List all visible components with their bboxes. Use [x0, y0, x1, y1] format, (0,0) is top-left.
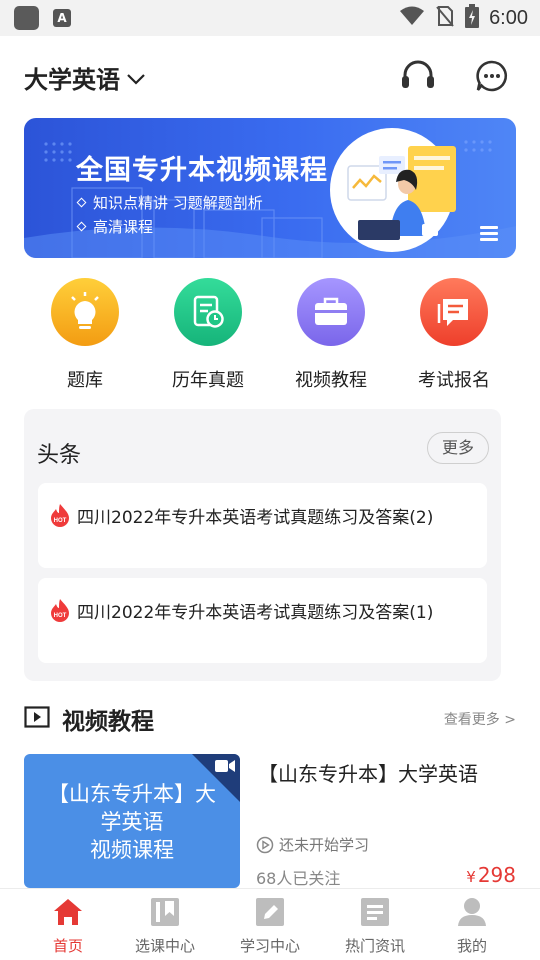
- banner-illustration: [24, 128, 516, 258]
- quick-nav-label: 考试报名: [418, 370, 490, 391]
- tab-course-center[interactable]: 选课中心: [111, 889, 219, 960]
- headlines-section: 头条 更多 HOT 四川2022年专升本英语考试真题练习及答案(2) HOT 四…: [24, 409, 501, 681]
- headline-text: 四川2022年专升本英语考试真题练习及答案(1): [77, 603, 434, 623]
- hot-badge-icon: HOT: [51, 599, 69, 622]
- lightbulb-icon: [51, 278, 119, 346]
- headline-item[interactable]: HOT 四川2022年专升本英语考试真题练习及答案(1): [38, 578, 487, 663]
- quick-nav-past-exams[interactable]: 历年真题: [153, 278, 263, 392]
- tab-profile[interactable]: 我的: [418, 889, 526, 960]
- document-lines-icon: [359, 896, 391, 928]
- course-status-text: 还未开始学习: [279, 836, 370, 854]
- status-icons: 6:00: [399, 0, 528, 36]
- message-list-icon: [420, 278, 488, 346]
- a-icon: A: [53, 9, 71, 27]
- svg-text:HOT: HOT: [54, 518, 67, 524]
- tab-home[interactable]: 首页: [14, 889, 122, 960]
- status-bar: A 6:00: [0, 0, 540, 36]
- banner-title: 全国专升本视频课程: [76, 155, 328, 186]
- app-header: 大学英语: [0, 36, 540, 118]
- banner-feature-2-text: 高清课程: [93, 218, 154, 236]
- thumbnail-text: 【山东专升本】大 学英语 视频课程: [24, 780, 240, 864]
- course-card[interactable]: 【山东专升本】大 学英语 视频课程 【山东专升本】大学英语 还未开始学习 68人…: [24, 754, 516, 888]
- battery-charging-icon: [465, 4, 480, 32]
- headline-text: 四川2022年专升本英语考试真题练习及答案(2): [77, 508, 434, 528]
- bottom-nav: 首页 选课中心 学习中心 热门资讯 我的: [0, 888, 540, 960]
- wifi-icon: [399, 5, 425, 31]
- status-time: 6:00: [489, 6, 528, 29]
- tab-label: 选课中心: [134, 937, 195, 955]
- chevron-down-icon: [127, 73, 145, 85]
- tab-label: 热门资讯: [344, 937, 405, 955]
- thumbnail-line-1: 【山东专升本】大: [48, 782, 216, 806]
- video-section-title: 视频教程: [62, 709, 154, 735]
- subject-selector[interactable]: 大学英语: [24, 60, 146, 95]
- tab-hot-news[interactable]: 热门资讯: [321, 889, 429, 960]
- thumbnail-line-3: 视频课程: [90, 838, 174, 862]
- svg-text:HOT: HOT: [54, 613, 67, 619]
- banner-feature-2: 高清课程: [76, 216, 154, 237]
- course-title: 【山东专升本】大学英语: [258, 762, 478, 786]
- headset-icon[interactable]: [398, 56, 438, 96]
- tab-study-center[interactable]: 学习中心: [216, 889, 324, 960]
- calendar-doc-icon: [174, 278, 242, 346]
- thumbnail-line-2: 学英语: [100, 810, 164, 834]
- bookmark-book-icon: [149, 896, 181, 928]
- quick-nav-label: 历年真题: [172, 370, 244, 391]
- diamond-icon: [76, 221, 87, 232]
- diamond-icon: [76, 197, 87, 208]
- view-more-link[interactable]: 查看更多 >: [444, 709, 516, 729]
- headlines-more-button[interactable]: 更多: [427, 432, 489, 464]
- headlines-title: 头条: [37, 443, 82, 468]
- tab-label: 首页: [52, 937, 83, 955]
- subject-title: 大学英语: [24, 66, 120, 94]
- user-icon: [456, 896, 488, 928]
- briefcase-icon: [297, 278, 365, 346]
- play-circle-icon: [256, 836, 274, 853]
- tab-label: 学习中心: [239, 937, 300, 955]
- tab-label: 我的: [456, 937, 487, 955]
- promo-banner[interactable]: 全国专升本视频课程 知识点精讲 习题解题剖析 高清课程: [24, 118, 516, 258]
- quick-nav-video-tutorial[interactable]: 视频教程: [276, 278, 386, 392]
- quick-nav-label: 视频教程: [295, 370, 367, 391]
- course-thumbnail: 【山东专升本】大 学英语 视频课程: [24, 754, 240, 888]
- app-icon: [14, 6, 39, 30]
- quick-nav-label: 题库: [67, 370, 103, 391]
- home-icon: [52, 896, 84, 928]
- hot-badge-icon: HOT: [51, 504, 69, 527]
- course-followers: 68人已关注: [256, 869, 341, 888]
- price-value: 298: [477, 863, 516, 887]
- course-status: 还未开始学习: [256, 834, 369, 855]
- play-square-icon: [24, 706, 50, 728]
- video-camera-icon: [215, 760, 235, 772]
- headline-item[interactable]: HOT 四川2022年专升本英语考试真题练习及答案(2): [38, 483, 487, 568]
- quick-nav-question-bank[interactable]: 题库: [30, 278, 140, 392]
- quick-nav: 题库 历年真题 视频教程 考试报名: [0, 278, 540, 393]
- edit-pen-icon: [254, 896, 286, 928]
- banner-feature-1-text: 知识点精讲 习题解题剖析: [93, 194, 263, 212]
- currency-symbol: ¥: [466, 868, 476, 886]
- quick-nav-exam-registration[interactable]: 考试报名: [399, 278, 509, 392]
- course-price: ¥298: [466, 863, 516, 887]
- chat-icon[interactable]: [472, 56, 512, 96]
- video-section-header: 视频教程 查看更多 >: [24, 700, 516, 736]
- menu-icon[interactable]: [480, 226, 498, 241]
- no-sim-icon: [435, 5, 455, 31]
- banner-feature-1: 知识点精讲 习题解题剖析: [76, 192, 263, 213]
